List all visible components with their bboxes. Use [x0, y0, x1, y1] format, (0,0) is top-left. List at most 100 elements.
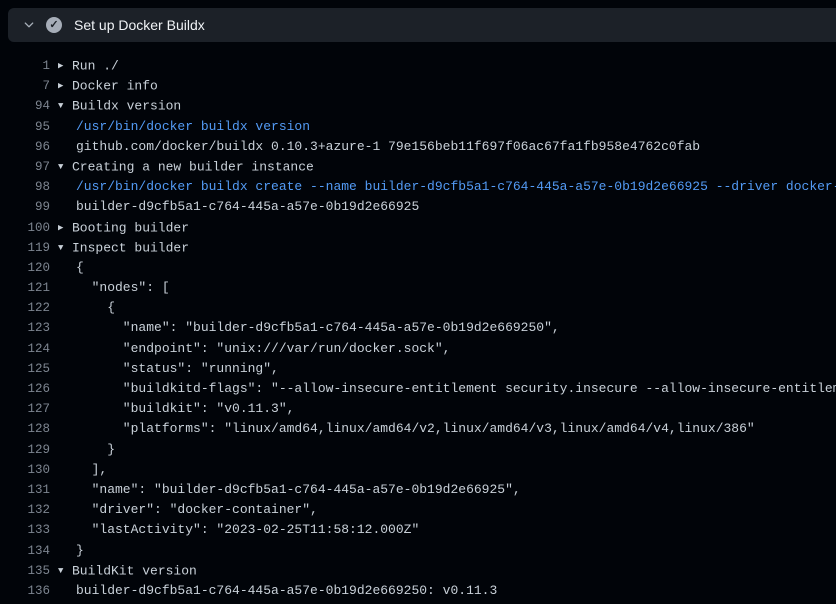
group-expanded-arrow-icon[interactable]: ▼: [58, 157, 72, 177]
check-glyph: ✓: [49, 20, 58, 31]
log-line: 130 ],: [0, 460, 836, 480]
chevron-down-icon[interactable]: [22, 18, 36, 32]
log-group-header[interactable]: ▼BuildKit version: [58, 561, 836, 581]
log-output-text: builder-d9cfb5a1-c764-445a-a57e-0b19d2e6…: [58, 581, 836, 601]
line-number[interactable]: 7: [0, 76, 50, 96]
group-expanded-arrow-icon[interactable]: ▼: [58, 96, 72, 116]
log-line: 125 "status": "running",: [0, 359, 836, 379]
log-output-text: "nodes": [: [58, 278, 836, 298]
group-expanded-arrow-icon[interactable]: ▼: [58, 561, 72, 581]
log-output-text: "driver": "docker-container",: [58, 500, 836, 520]
group-collapsed-arrow-icon[interactable]: ▶: [58, 218, 72, 238]
line-number[interactable]: 132: [0, 500, 50, 520]
log-output-text: "lastActivity": "2023-02-25T11:58:12.000…: [58, 520, 836, 540]
group-title: Inspect builder: [72, 240, 189, 255]
check-circle-icon: ✓: [46, 17, 62, 33]
log-output-text: ],: [58, 460, 836, 480]
line-number[interactable]: 128: [0, 419, 50, 439]
log-output-text: }: [58, 440, 836, 460]
log-output-text: "buildkit": "v0.11.3",: [58, 399, 836, 419]
step-title: Set up Docker Buildx: [74, 17, 205, 33]
line-number[interactable]: 134: [0, 541, 50, 561]
line-number[interactable]: 96: [0, 137, 50, 157]
line-number[interactable]: 1: [0, 56, 50, 76]
line-number[interactable]: 126: [0, 379, 50, 399]
log-line: 134}: [0, 541, 836, 561]
log-line: 96 github.com/docker/buildx 0.10.3+azure-…: [0, 137, 836, 157]
group-title: Buildx version: [72, 99, 181, 114]
line-number[interactable]: 136: [0, 581, 50, 601]
log-line: 131 "name": "builder-d9cfb5a1-c764-445a-…: [0, 480, 836, 500]
line-number[interactable]: 125: [0, 359, 50, 379]
log-output-text: }: [58, 541, 836, 561]
log-line: 123 "name": "builder-d9cfb5a1-c764-445a-…: [0, 318, 836, 338]
log-line: 120{: [0, 258, 836, 278]
line-number[interactable]: 120: [0, 258, 50, 278]
log-line: 95/usr/bin/docker buildx version: [0, 117, 836, 137]
group-expanded-arrow-icon[interactable]: ▼: [58, 238, 72, 258]
log-output-text: "endpoint": "unix:///var/run/docker.sock…: [58, 339, 836, 359]
line-number[interactable]: 131: [0, 480, 50, 500]
log-line: 133 "lastActivity": "2023-02-25T11:58:12…: [0, 520, 836, 540]
line-number[interactable]: 119: [0, 238, 50, 258]
log-line: 99 builder-d9cfb5a1-c764-445a-a57e-0b19d2…: [0, 197, 836, 217]
log-group-header[interactable]: ▶Booting builder: [58, 218, 836, 238]
log-line: 98/usr/bin/docker buildx create --name b…: [0, 177, 836, 197]
line-number[interactable]: 121: [0, 278, 50, 298]
log-line: 94 ▼Buildx version: [0, 96, 836, 116]
line-number[interactable]: 97: [0, 157, 50, 177]
group-title: Creating a new builder instance: [72, 159, 314, 174]
group-title: Run ./: [72, 59, 119, 74]
group-title: BuildKit version: [72, 563, 197, 578]
line-number[interactable]: 130: [0, 460, 50, 480]
log-group-header[interactable]: ▼Creating a new builder instance: [58, 157, 836, 177]
log-output-text: "name": "builder-d9cfb5a1-c764-445a-a57e…: [58, 318, 836, 338]
log-line: 128 "platforms": "linux/amd64,linux/amd6…: [0, 419, 836, 439]
log-line: 126 "buildkitd-flags": "--allow-insecure…: [0, 379, 836, 399]
log-line: 129 }: [0, 440, 836, 460]
log-line: 121 "nodes": [: [0, 278, 836, 298]
log-group-header[interactable]: ▼Inspect builder: [58, 238, 836, 258]
log-line: 7 ▶Docker info: [0, 76, 836, 96]
log-output-text: github.com/docker/buildx 0.10.3+azure-1 …: [58, 137, 836, 157]
line-number[interactable]: 94: [0, 96, 50, 116]
line-number[interactable]: 98: [0, 177, 50, 197]
log-output-text: "name": "builder-d9cfb5a1-c764-445a-a57e…: [58, 480, 836, 500]
group-title: Docker info: [72, 79, 158, 94]
line-number[interactable]: 100: [0, 218, 50, 238]
line-number[interactable]: 129: [0, 440, 50, 460]
log-output-text: "platforms": "linux/amd64,linux/amd64/v2…: [58, 419, 836, 439]
log-line: 127 "buildkit": "v0.11.3",: [0, 399, 836, 419]
log-line: 135 ▼BuildKit version: [0, 561, 836, 581]
log-line: 100 ▶Booting builder: [0, 218, 836, 238]
log-output-text: builder-d9cfb5a1-c764-445a-a57e-0b19d2e6…: [58, 197, 836, 217]
log-group-header[interactable]: ▶Run ./: [58, 56, 836, 76]
log-viewer: 1▶Run ./7▶Docker info94▼Buildx version95…: [0, 42, 836, 604]
log-line: 132 "driver": "docker-container",: [0, 500, 836, 520]
line-number[interactable]: 123: [0, 318, 50, 338]
log-command-text: /usr/bin/docker buildx version: [58, 117, 836, 137]
log-output-text: {: [58, 298, 836, 318]
log-group-header[interactable]: ▶Docker info: [58, 76, 836, 96]
line-number[interactable]: 99: [0, 197, 50, 217]
line-number[interactable]: 122: [0, 298, 50, 318]
line-number[interactable]: 127: [0, 399, 50, 419]
line-number[interactable]: 135: [0, 561, 50, 581]
actions-log-page: ✓ Set up Docker Buildx 1▶Run ./7▶Docker …: [0, 0, 836, 604]
step-header[interactable]: ✓ Set up Docker Buildx: [8, 8, 836, 42]
log-command-text: /usr/bin/docker buildx create --name bui…: [58, 177, 836, 197]
line-number[interactable]: 95: [0, 117, 50, 137]
log-output-text: "buildkitd-flags": "--allow-insecure-ent…: [58, 379, 836, 399]
log-group-header[interactable]: ▼Buildx version: [58, 96, 836, 116]
line-number[interactable]: 124: [0, 339, 50, 359]
log-line: 119 ▼Inspect builder: [0, 238, 836, 258]
log-output-text: "status": "running",: [58, 359, 836, 379]
log-line: 124 "endpoint": "unix:///var/run/docker.…: [0, 339, 836, 359]
log-line: 1 ▶Run ./: [0, 56, 836, 76]
group-collapsed-arrow-icon[interactable]: ▶: [58, 56, 72, 76]
line-number[interactable]: 133: [0, 520, 50, 540]
group-title: Booting builder: [72, 220, 189, 235]
group-collapsed-arrow-icon[interactable]: ▶: [58, 76, 72, 96]
log-line: 136 builder-d9cfb5a1-c764-445a-a57e-0b19d…: [0, 581, 836, 601]
log-line: 122 {: [0, 298, 836, 318]
